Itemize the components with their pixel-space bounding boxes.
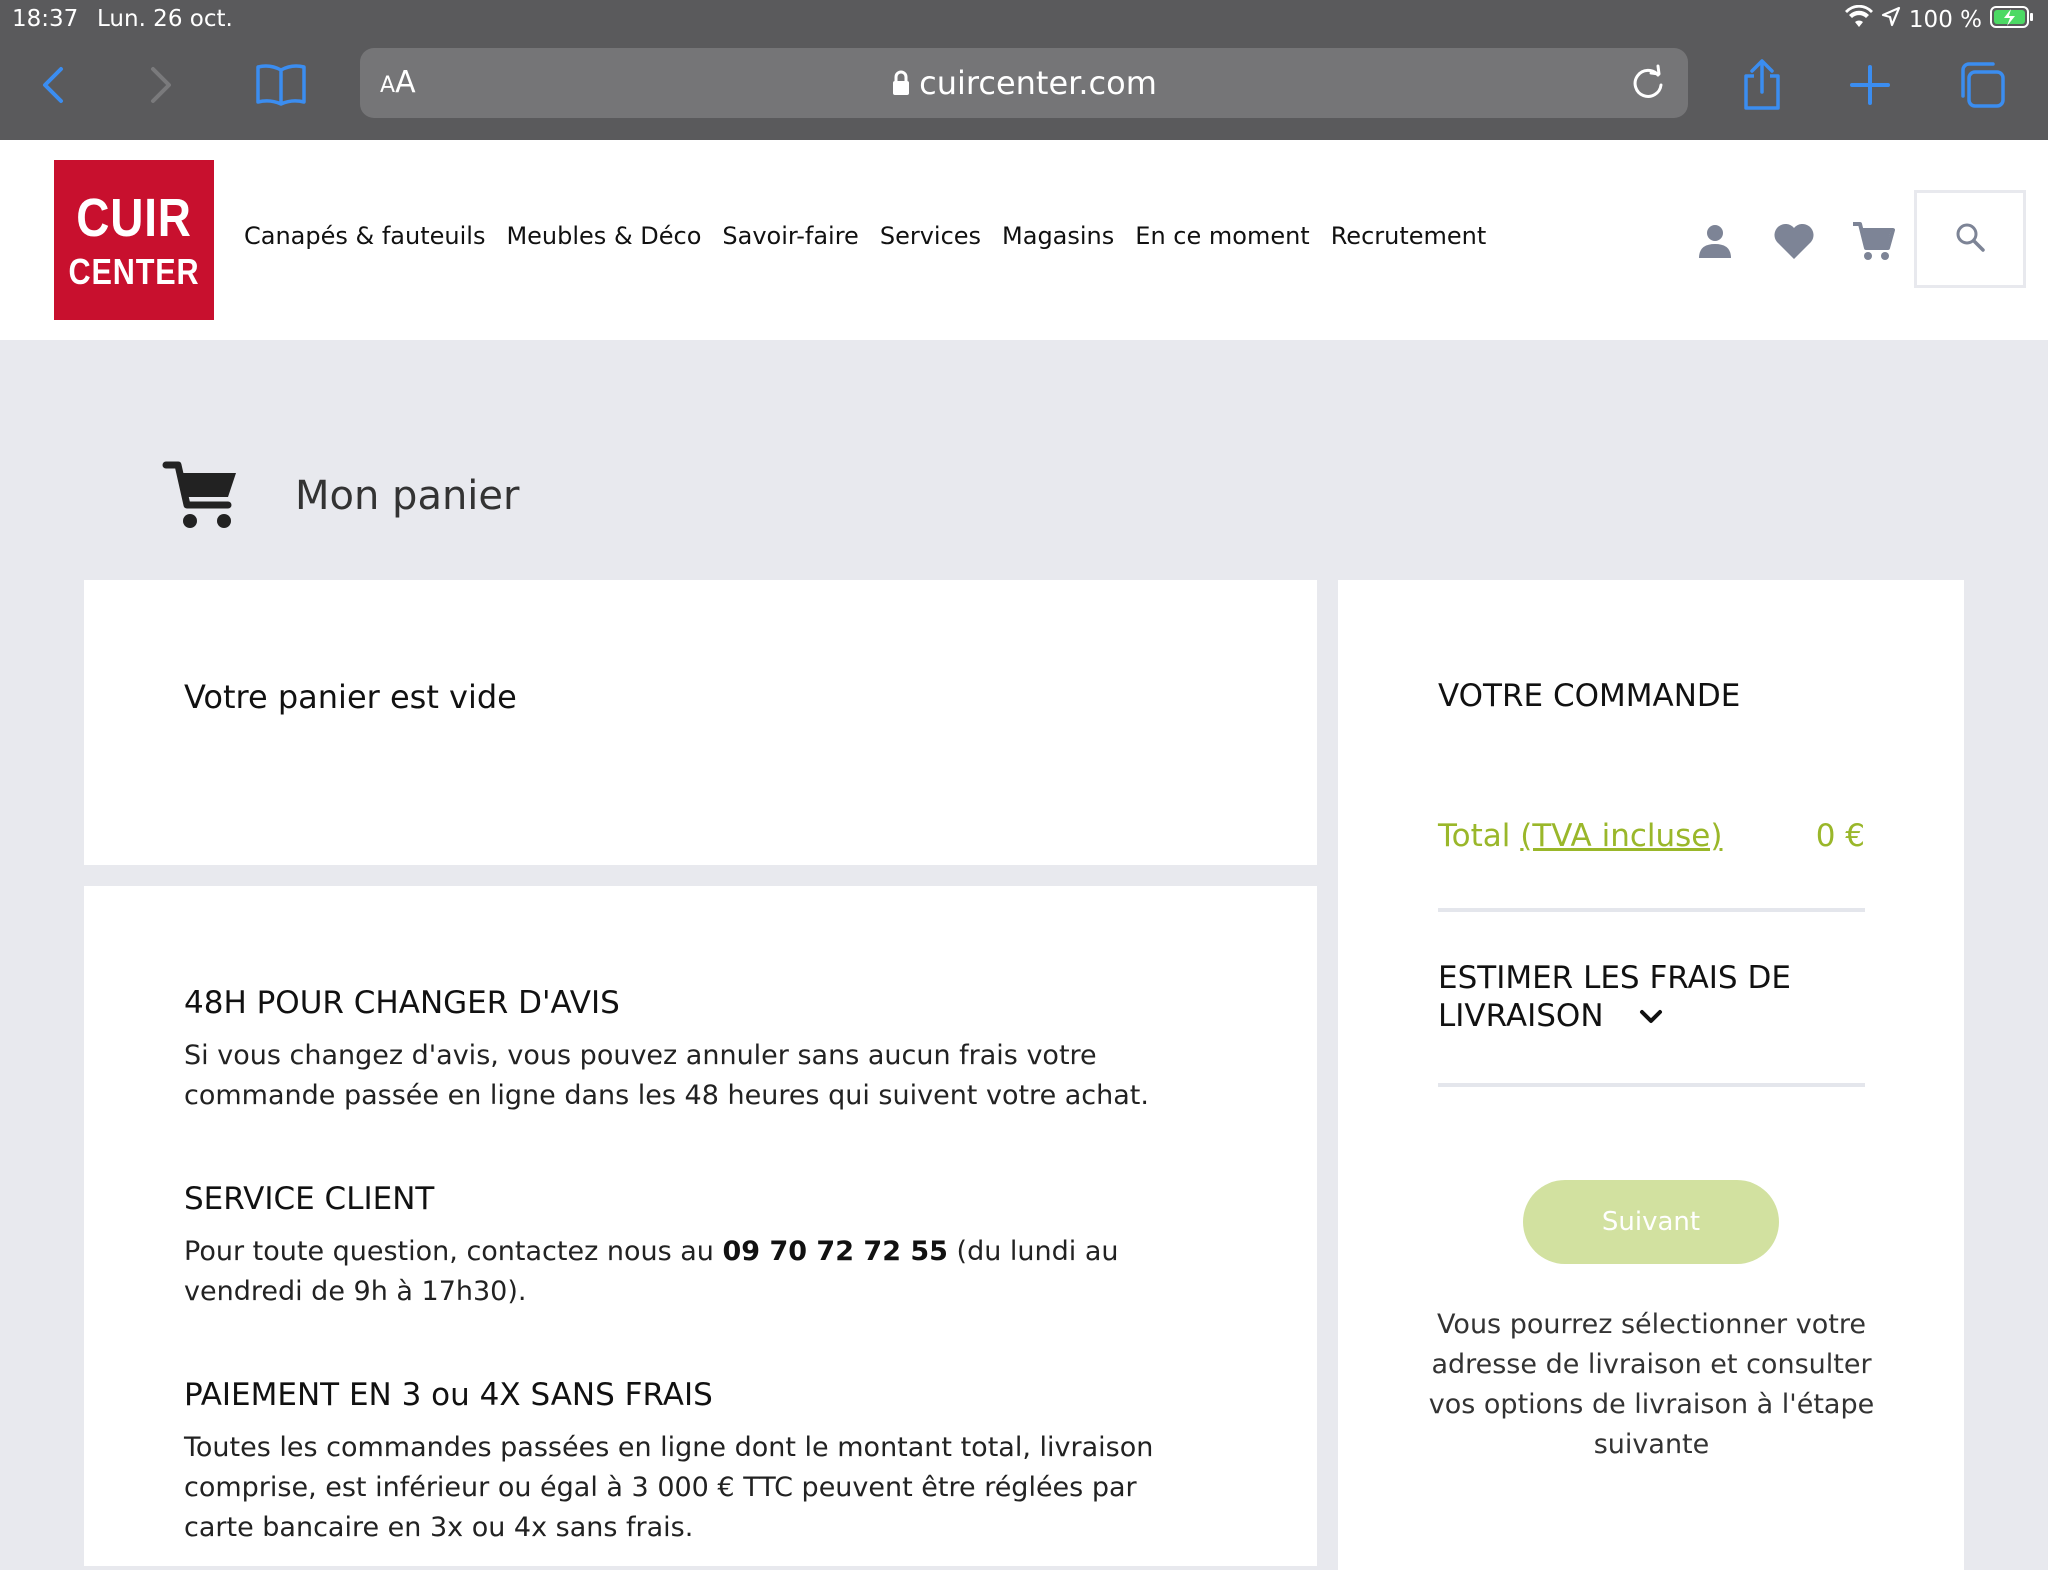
wishlist-heart-icon[interactable] [1769,216,1819,266]
forward-icon[interactable] [124,48,198,122]
account-icon[interactable] [1690,216,1740,266]
location-arrow-icon [1881,6,1901,34]
battery-percent: 100 % [1908,7,1982,33]
search-button[interactable] [1914,190,2026,288]
info-title: PAIEMENT EN 3 ou 4X SANS FRAIS [184,1377,713,1413]
tabs-icon[interactable] [1945,48,2019,122]
nav-item-services[interactable]: Services [880,222,981,250]
brand-logo[interactable]: CUIR CENTER [54,160,214,320]
bookmarks-icon[interactable] [244,48,318,122]
status-right: 100 % [1844,4,2034,36]
next-button[interactable]: Suivant [1523,1180,1779,1264]
logo-line1: CUIR [76,188,192,248]
info-section-cancellation: 48H POUR CHANGER D'AVIS Si vous changez … [184,984,1204,1116]
battery-charging-icon [1990,5,2034,35]
lock-icon [891,66,911,106]
info-body-before: Pour toute question, contactez nous au [184,1236,723,1267]
nav-item-meubles[interactable]: Meubles & Déco [506,222,701,250]
info-body: Pour toute question, contactez nous au 0… [184,1232,1204,1312]
nav-item-en-ce-moment[interactable]: En ce moment [1135,222,1309,250]
main-nav: Canapés & fauteuils Meubles & Déco Savoi… [244,222,1486,250]
share-icon[interactable] [1725,48,1799,122]
phone-number-link[interactable]: 09 70 72 72 55 [722,1236,947,1267]
wifi-icon [1844,4,1873,35]
info-title: SERVICE CLIENT [184,1181,435,1217]
status-date: Lun. 26 oct. [97,6,233,32]
page-title: Mon panier [295,473,520,519]
search-icon [1954,221,1986,257]
order-title: VOTRE COMMANDE [1438,678,1741,714]
order-summary-panel: VOTRE COMMANDE Total (TVA incluse) 0 € E… [1338,580,1964,1570]
reload-icon[interactable] [1628,63,1668,103]
divider [1438,1083,1865,1087]
info-section-customer-service: SERVICE CLIENT Pour toute question, cont… [184,1180,1204,1312]
shipping-estimate-toggle[interactable]: ESTIMER LES FRAIS DE LIVRAISON [1438,960,1865,1035]
total-label-text: Total [1438,818,1511,854]
browser-chrome: 18:37 Lun. 26 oct. 100 % AA cuircenter.c… [0,0,2048,140]
info-title: 48H POUR CHANGER D'AVIS [184,985,620,1021]
cart-panel: Votre panier est vide [84,580,1317,865]
status-bar: 18:37 Lun. 26 oct. 100 % [0,0,2048,40]
divider [1438,908,1865,912]
address-bar[interactable]: AA cuircenter.com [360,48,1688,118]
total-label: Total (TVA incluse) [1438,818,1722,854]
logo-line2: CENTER [68,251,200,292]
info-body: Si vous changez d'avis, vous pouvez annu… [184,1040,1149,1111]
nav-item-canapes[interactable]: Canapés & fauteuils [244,222,485,250]
order-note: Vous pourrez sélectionner votre adresse … [1428,1309,1875,1460]
empty-cart-message: Votre panier est vide [184,678,517,716]
shipping-estimate-label: ESTIMER LES FRAIS DE LIVRAISON [1438,960,1791,1034]
nav-item-recrutement[interactable]: Recrutement [1331,222,1487,250]
nav-item-magasins[interactable]: Magasins [1002,222,1114,250]
cart-title-icon [160,455,244,539]
info-panel: 48H POUR CHANGER D'AVIS Si vous changez … [84,886,1317,1566]
new-tab-icon[interactable] [1833,48,1907,122]
status-time: 18:37 [12,6,79,32]
site-header: CUIR CENTER Canapés & fauteuils Meubles … [0,140,2048,340]
tva-info-link[interactable]: (TVA incluse) [1520,818,1722,854]
info-section-payment: PAIEMENT EN 3 ou 4X SANS FRAIS Toutes le… [184,1376,1204,1548]
chevron-down-icon [1639,997,1663,1034]
total-value: 0 € [1815,818,1865,854]
url-display[interactable]: cuircenter.com [360,63,1688,106]
cart-icon[interactable] [1848,216,1898,266]
nav-item-savoir-faire[interactable]: Savoir-faire [722,222,858,250]
info-body: Toutes les commandes passées en ligne do… [184,1432,1154,1543]
url-text: cuircenter.com [919,64,1157,102]
back-icon[interactable] [16,48,90,122]
